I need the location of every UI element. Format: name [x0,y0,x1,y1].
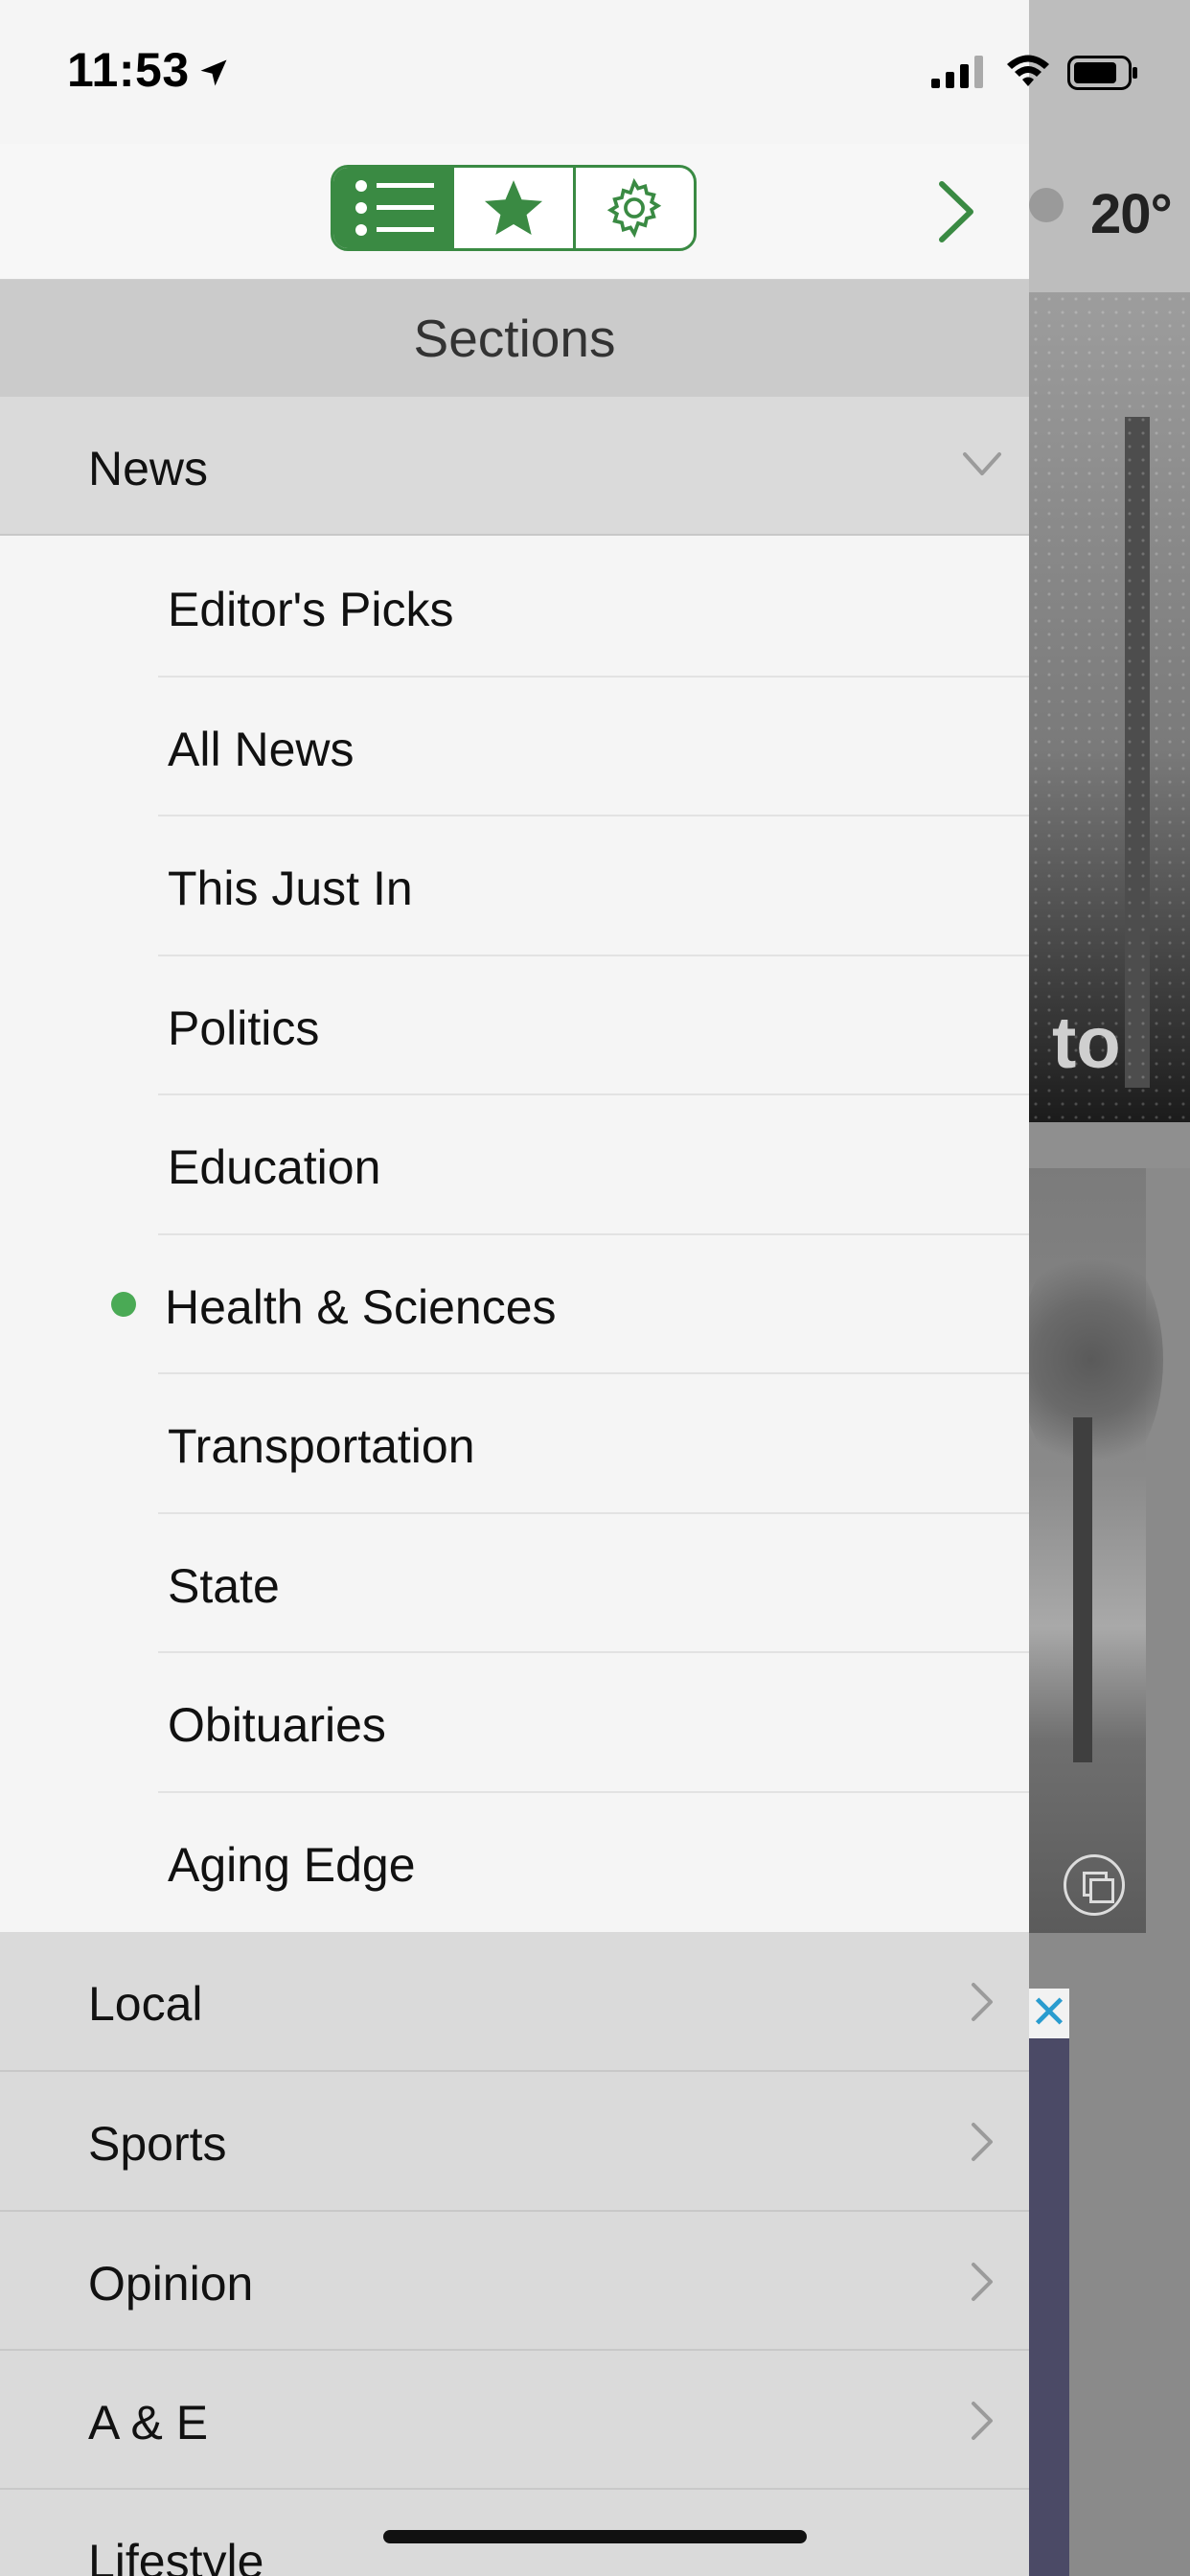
section-group-label: Local [88,1977,203,2031]
subsection-item[interactable]: Obituaries [0,1653,1029,1793]
gear-icon [607,177,662,239]
subsection-item-selected[interactable]: Health & Sciences [0,1235,1029,1374]
cellular-signal-icon [931,56,983,88]
section-group-label: A & E [88,2396,209,2450]
subsection-item[interactable]: State [0,1514,1029,1653]
battery-icon [1067,56,1137,90]
snow-texture [1029,292,1190,1122]
section-group-local[interactable]: Local [0,1932,1029,2072]
subsection-label: Health & Sciences [165,1280,557,1334]
background-photo[interactable] [1029,1168,1163,1933]
subsection-label: This Just In [168,862,413,915]
section-group-label: News [88,442,209,495]
subsection-item[interactable]: Education [0,1095,1029,1235]
sections-tab[interactable] [333,168,455,248]
chevron-right-icon [972,1983,993,2021]
subsection-item[interactable]: Editor's Picks [0,538,1029,678]
background-separator [1029,1122,1190,1168]
chevron-down-icon [963,452,1001,475]
subsection-label: Education [168,1140,381,1194]
selected-indicator-dot [111,1292,136,1317]
section-group-news[interactable]: News [0,397,1029,536]
subsection-label: Aging Edge [168,1838,416,1892]
weather-icon [1029,188,1064,222]
subsection-item[interactable]: All News [0,678,1029,816]
subsection-label: State [168,1559,280,1613]
status-bar: 11:53 [0,0,1190,144]
wifi-icon [1007,55,1049,86]
chevron-right-icon[interactable] [934,178,978,245]
gallery-icon[interactable] [1064,1854,1125,1916]
status-time: 11:53 [67,43,190,97]
sections-header: Sections [0,280,1029,397]
section-group-a-and-e[interactable]: A & E [0,2351,1029,2490]
star-icon [484,180,543,236]
tree-crown-image [1029,1235,1163,1484]
favorites-tab[interactable] [454,168,576,248]
section-group-label: Sports [88,2117,227,2171]
segmented-control [331,165,697,251]
background-temperature: 20° [1090,183,1173,245]
background-hero-image[interactable]: to [1029,292,1190,1122]
chevron-right-icon [972,2402,993,2440]
section-group-opinion[interactable]: Opinion [0,2212,1029,2351]
list-icon [355,180,434,236]
tree-trunk-image [1073,1417,1092,1762]
section-group-sports[interactable]: Sports [0,2072,1029,2212]
subsection-item[interactable]: Transportation [0,1374,1029,1514]
sections-drawer: Sections News Editor's Picks All News Th… [0,0,1029,2576]
section-group-label: Lifestyle [88,2535,264,2576]
chevron-right-icon [972,2123,993,2161]
settings-tab[interactable] [576,168,694,248]
subsection-item[interactable]: Aging Edge [0,1793,1029,1932]
background-ad[interactable] [1029,1989,1069,2576]
subsection-label: Editor's Picks [168,583,454,636]
subsection-item[interactable]: This Just In [0,816,1029,956]
home-indicator[interactable] [383,2530,807,2543]
chevron-right-icon [972,2263,993,2301]
subsection-item[interactable]: Politics [0,956,1029,1095]
subsection-label: Transportation [168,1419,475,1473]
background-headline-fragment: to [1052,1002,1121,1084]
location-arrow-icon [200,59,227,86]
drawer-toolbar [0,144,1029,281]
background-app: 20° to ✕ [1029,0,1190,2576]
subsection-label: All News [168,723,355,776]
subsection-label: Politics [168,1001,320,1055]
section-group-label: Opinion [88,2257,254,2311]
ad-close-icon[interactable]: ✕ [1029,1989,1069,2038]
subsection-label: Obituaries [168,1698,386,1752]
